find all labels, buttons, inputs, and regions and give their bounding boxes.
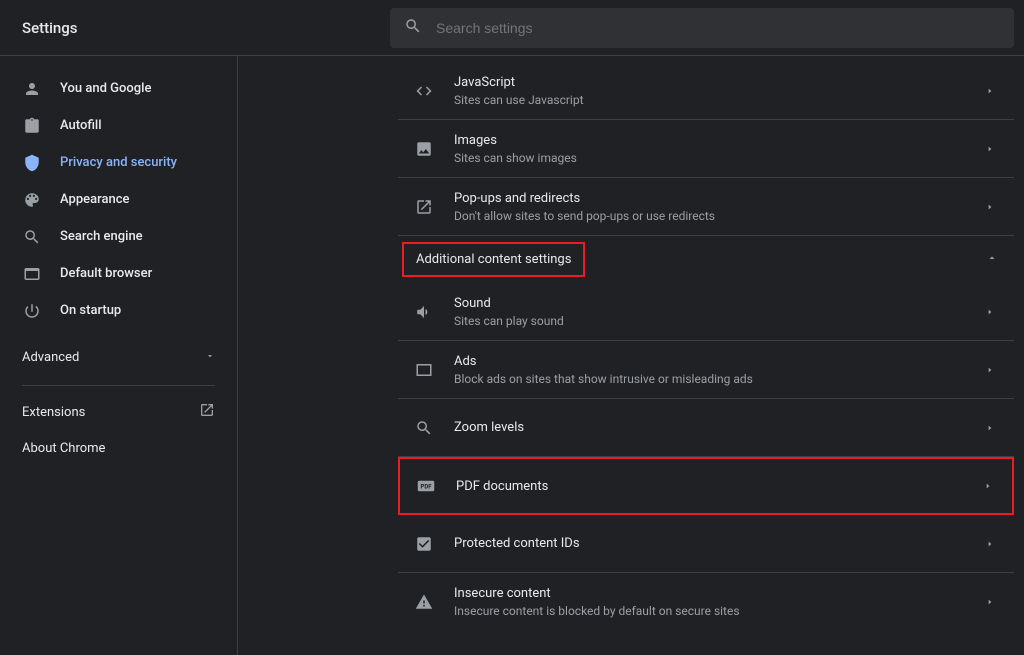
row-javascript[interactable]: JavaScript Sites can use Javascript <box>398 62 1014 120</box>
chevron-right-icon <box>982 424 998 432</box>
sidebar-extensions-label: Extensions <box>22 405 85 420</box>
shield-icon <box>22 154 42 172</box>
sidebar: You and Google Autofill Privacy and secu… <box>0 56 238 655</box>
row-pdf[interactable]: PDF PDF documents <box>398 457 1014 515</box>
chevron-right-icon <box>982 145 998 153</box>
row-subtitle: Sites can play sound <box>454 314 982 328</box>
chevron-up-icon <box>986 252 998 268</box>
chevron-right-icon <box>982 87 998 95</box>
sidebar-item-you-and-google[interactable]: You and Google <box>0 70 237 107</box>
search-icon <box>22 228 42 246</box>
sidebar-item-label: On startup <box>60 303 121 318</box>
sidebar-item-appearance[interactable]: Appearance <box>0 181 237 218</box>
sidebar-item-label: Appearance <box>60 192 129 207</box>
sidebar-advanced[interactable]: Advanced <box>0 337 237 377</box>
row-subtitle: Sites can show images <box>454 151 982 165</box>
row-sound[interactable]: Sound Sites can play sound <box>398 283 1014 341</box>
chevron-right-icon <box>982 308 998 316</box>
row-title: JavaScript <box>454 75 982 90</box>
power-icon <box>22 302 42 320</box>
zoom-icon <box>414 419 434 437</box>
palette-icon <box>22 191 42 209</box>
row-ads[interactable]: Ads Block ads on sites that show intrusi… <box>398 341 1014 399</box>
row-protected[interactable]: Protected content IDs <box>398 515 1014 573</box>
popup-icon <box>414 198 434 216</box>
row-subtitle: Insecure content is blocked by default o… <box>454 604 982 618</box>
row-title: Ads <box>454 354 982 369</box>
content: JavaScript Sites can use Javascript Imag… <box>238 56 1024 655</box>
row-title: PDF documents <box>456 479 980 494</box>
sidebar-item-on-startup[interactable]: On startup <box>0 292 237 329</box>
row-popups[interactable]: Pop-ups and redirects Don't allow sites … <box>398 178 1014 236</box>
search-input[interactable] <box>436 20 1000 36</box>
sidebar-advanced-label: Advanced <box>22 350 79 365</box>
search-box[interactable] <box>390 8 1014 48</box>
image-icon <box>414 140 434 158</box>
sidebar-item-label: You and Google <box>60 81 151 96</box>
code-icon <box>414 82 434 100</box>
chevron-right-icon <box>982 540 998 548</box>
section-additional-content[interactable]: Additional content settings <box>398 236 1014 283</box>
row-title: Zoom levels <box>454 420 982 435</box>
pdf-icon: PDF <box>416 480 436 492</box>
row-images[interactable]: Images Sites can show images <box>398 120 1014 178</box>
row-title: Insecure content <box>454 586 982 601</box>
sidebar-item-default-browser[interactable]: Default browser <box>0 255 237 292</box>
sidebar-item-label: Default browser <box>60 266 152 281</box>
search-wrapper <box>390 8 1014 48</box>
search-icon <box>404 17 422 39</box>
protected-icon <box>414 535 434 553</box>
sidebar-item-label: Autofill <box>60 118 102 133</box>
section-title: Additional content settings <box>402 242 585 277</box>
sidebar-item-privacy[interactable]: Privacy and security <box>0 144 237 181</box>
divider <box>22 385 215 386</box>
row-subtitle: Sites can use Javascript <box>454 93 982 107</box>
header: Settings <box>0 0 1024 56</box>
warning-icon <box>414 593 434 611</box>
browser-icon <box>22 265 42 283</box>
chevron-right-icon <box>980 482 996 490</box>
row-title: Sound <box>454 296 982 311</box>
ads-icon <box>414 361 434 379</box>
chevron-right-icon <box>982 366 998 374</box>
row-title: Protected content IDs <box>454 536 982 551</box>
row-subtitle: Block ads on sites that show intrusive o… <box>454 372 982 386</box>
row-insecure[interactable]: Insecure content Insecure content is blo… <box>398 573 1014 631</box>
sidebar-extensions[interactable]: Extensions <box>0 394 237 430</box>
row-title: Images <box>454 133 982 148</box>
chevron-right-icon <box>982 203 998 211</box>
sidebar-about-label: About Chrome <box>22 441 105 456</box>
sidebar-item-label: Privacy and security <box>60 155 177 170</box>
chevron-right-icon <box>982 598 998 606</box>
sidebar-item-label: Search engine <box>60 229 143 244</box>
sidebar-item-autofill[interactable]: Autofill <box>0 107 237 144</box>
row-zoom[interactable]: Zoom levels <box>398 399 1014 457</box>
svg-text:PDF: PDF <box>420 483 432 490</box>
sidebar-about[interactable]: About Chrome <box>0 430 237 466</box>
person-icon <box>22 80 42 98</box>
open-external-icon <box>199 402 215 422</box>
page-title: Settings <box>0 19 238 37</box>
sidebar-item-search-engine[interactable]: Search engine <box>0 218 237 255</box>
row-title: Pop-ups and redirects <box>454 191 982 206</box>
sound-icon <box>414 303 434 321</box>
clipboard-icon <box>22 117 42 135</box>
chevron-down-icon <box>205 350 215 365</box>
row-subtitle: Don't allow sites to send pop-ups or use… <box>454 209 982 223</box>
